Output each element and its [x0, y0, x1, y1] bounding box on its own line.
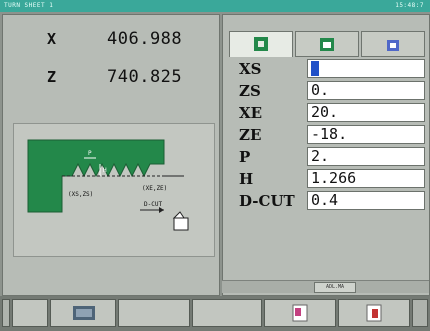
softkey-4[interactable]: [192, 299, 262, 327]
param-label: P: [239, 148, 251, 166]
axis-value: 740.825: [107, 67, 183, 87]
param-row-xs: XS: [223, 57, 429, 79]
tab-setting[interactable]: [361, 31, 425, 57]
param-row-d-cut: D-CUT 0.4: [223, 189, 429, 211]
axis-label: X: [47, 30, 57, 48]
softkey-3[interactable]: [118, 299, 190, 327]
position-panel: X 406.988 Z 740.825 (XS,ZS) (XE,ZE) D-CU…: [2, 14, 220, 296]
title-bar: TURN SHEET 1 15:48:7: [0, 0, 430, 12]
load-icon: [366, 304, 382, 322]
param-label: ZS: [239, 82, 261, 100]
tab-tool[interactable]: [295, 31, 359, 57]
param-label: D-CUT: [239, 192, 295, 210]
tool-tip: [172, 211, 185, 219]
label-xe-ze: (XE,ZE): [142, 185, 167, 192]
param-row-ze: ZE -18.: [223, 123, 429, 145]
label-xs-zs: (XS,ZS): [68, 191, 93, 198]
title-text: TURN SHEET 1: [4, 2, 54, 9]
param-input-h[interactable]: 1.266: [307, 169, 425, 188]
coord-row-x: X 406.988: [3, 27, 219, 53]
parameter-panel: XS ZS 0. XE 20. ZE -18. P 2. H 1.266 D-C…: [222, 14, 430, 296]
label-h: H: [103, 167, 107, 174]
axis-value: 406.988: [107, 29, 183, 49]
thread-diagram: (XS,ZS) (XE,ZE) D-CUT P H: [13, 123, 215, 257]
clock-text: 15:48:7: [395, 2, 424, 9]
thread-diagram-svg: (XS,ZS) (XE,ZE) D-CUT P H: [27, 139, 189, 231]
softkey-right-edge[interactable]: [412, 299, 428, 327]
param-label: XE: [239, 104, 263, 122]
param-input-xe[interactable]: 20.: [307, 103, 425, 122]
label-d-cut: D-CUT: [144, 201, 162, 208]
tool-icon: [320, 38, 334, 51]
text-cursor: [311, 61, 319, 76]
coord-row-z: Z 740.825: [3, 65, 219, 91]
tab-thread[interactable]: [229, 31, 293, 57]
param-row-zs: ZS 0.: [223, 79, 429, 101]
param-row-h: H 1.266: [223, 167, 429, 189]
softkey-2[interactable]: [50, 299, 116, 327]
param-label: XS: [239, 60, 262, 78]
param-input-zs[interactable]: 0.: [307, 81, 425, 100]
screen-icon: [73, 306, 95, 320]
mini-status: ADL.MA: [314, 282, 356, 293]
param-row-xe: XE 20.: [223, 101, 429, 123]
status-strip: ADL.MA: [222, 280, 429, 293]
softkey-bar: [0, 296, 430, 331]
label-p: P: [88, 150, 92, 157]
softkey-5[interactable]: [264, 299, 336, 327]
save-icon: [292, 304, 308, 322]
setting-icon: [387, 40, 399, 51]
param-input-d-cut[interactable]: 0.4: [307, 191, 425, 210]
thread-icon: [254, 37, 268, 51]
softkey-6[interactable]: [338, 299, 410, 327]
param-label: H: [239, 170, 254, 188]
softkey-1[interactable]: [12, 299, 48, 327]
axis-label: Z: [47, 68, 57, 86]
tool-icon: [173, 217, 189, 231]
param-row-p: P 2.: [223, 145, 429, 167]
param-input-xs[interactable]: [307, 59, 425, 78]
param-input-ze[interactable]: -18.: [307, 125, 425, 144]
param-input-p[interactable]: 2.: [307, 147, 425, 166]
softkey-left-edge[interactable]: [2, 299, 10, 327]
param-label: ZE: [239, 126, 262, 144]
